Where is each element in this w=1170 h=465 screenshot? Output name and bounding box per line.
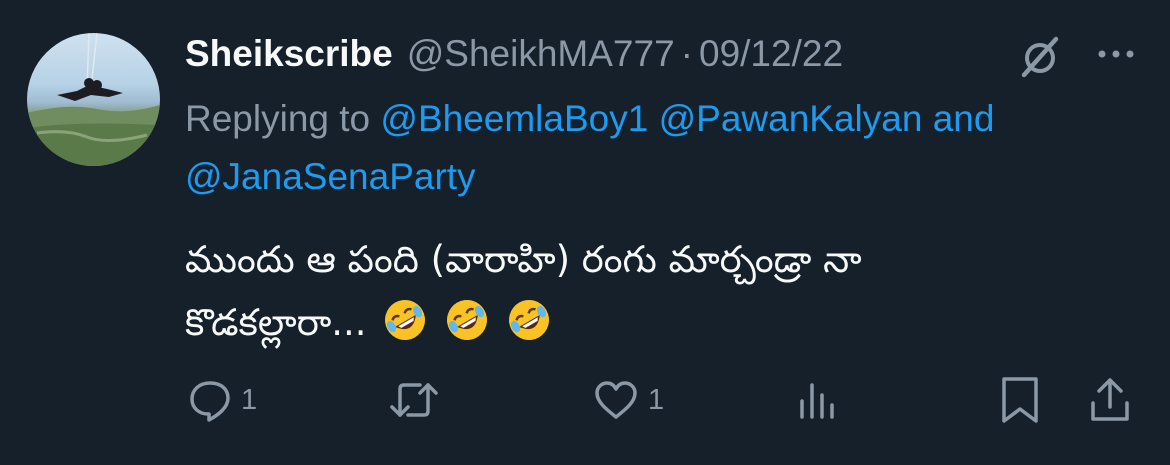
grok-icon[interactable]	[1016, 33, 1064, 81]
replying-to-label: Replying to	[185, 98, 371, 139]
mention-link[interactable]: @PawanKalyan	[659, 98, 923, 139]
retweet-icon	[390, 383, 438, 417]
avatar-image	[27, 33, 160, 166]
reply-icon	[190, 381, 230, 422]
tweet-text-line: కొడకల్లారా...	[185, 301, 367, 344]
mention-link[interactable]: @BheemlaBoy1	[380, 98, 648, 139]
more-icon[interactable]	[1096, 44, 1136, 64]
rolling-laughing-emoji-icon	[385, 300, 426, 340]
mention-conjunction: and	[932, 98, 995, 139]
tweet-action-bar: 1 1	[0, 370, 1170, 430]
tweet-text-line: ముందు ఆ పంది (వారాహి) రంగు మార్చండ్రా నా	[185, 238, 862, 281]
bookmark-icon	[1002, 377, 1038, 423]
analytics-button[interactable]	[796, 370, 848, 430]
reply-count: 1	[241, 383, 258, 416]
analytics-icon	[800, 383, 834, 419]
like-count: 1	[648, 383, 665, 416]
avatar[interactable]	[27, 33, 160, 166]
share-button[interactable]	[1088, 370, 1132, 430]
tweet-text-line-wrap: కొడకల్లారా...	[185, 291, 1145, 354]
tweet-text: ముందు ఆ పంది (వారాహి) రంగు మార్చండ్రా నా…	[185, 228, 1145, 354]
like-icon	[595, 381, 637, 419]
user-handle[interactable]: @SheikhMA777	[407, 33, 675, 75]
share-icon	[1091, 378, 1129, 421]
display-name[interactable]: Sheikscribe	[185, 33, 393, 75]
like-button[interactable]: 1	[592, 370, 664, 430]
rolling-laughing-emoji-icon	[508, 300, 549, 340]
retweet-button[interactable]	[388, 370, 448, 430]
reply-button[interactable]: 1	[187, 370, 257, 430]
bookmark-button[interactable]	[998, 370, 1042, 430]
tweet-date[interactable]: 09/12/22	[699, 33, 843, 75]
separator-dot: ·	[680, 33, 693, 74]
replying-to: Replying to @BheemlaBoy1 @PawanKalyan an…	[185, 90, 1155, 206]
tweet-header: Sheikscribe @SheikhMA777 · 09/12/22	[185, 28, 843, 80]
rolling-laughing-emoji-icon	[447, 300, 488, 340]
mention-link[interactable]: @JanaSenaParty	[185, 156, 476, 197]
